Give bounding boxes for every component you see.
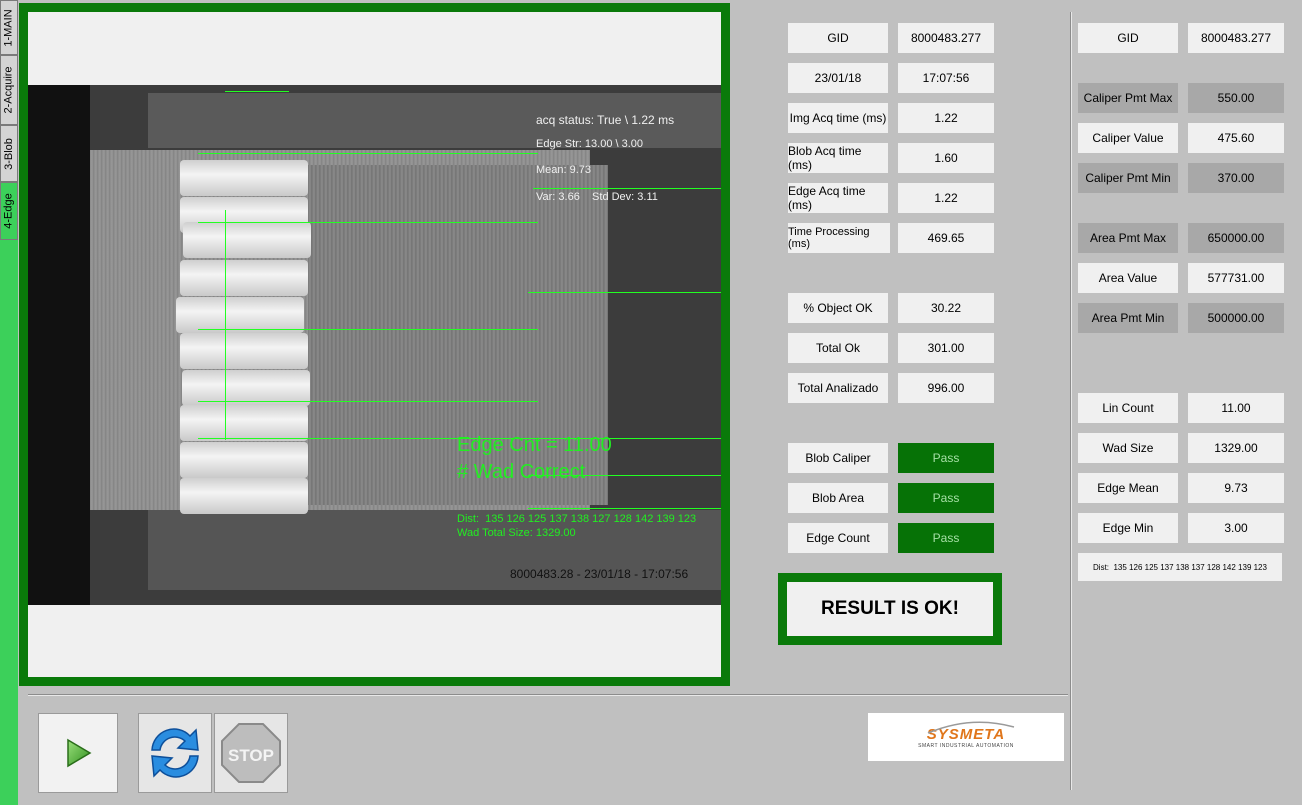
vertical-tab-strip: 1-MAIN 2-Acquire 3-Blob 4-Edge bbox=[0, 0, 18, 805]
camera-image: acq status: True \ 1.22 ms Edge Str: 13.… bbox=[28, 85, 721, 605]
sysmeta-logo: SYSMETA SMART INDUSTRIAL AUTOMATION bbox=[868, 713, 1064, 761]
caliper-value-label: Caliper Value bbox=[1078, 123, 1178, 153]
tab-blob-label: 3-Blob bbox=[3, 137, 16, 170]
total-ok-value: 301.00 bbox=[898, 333, 994, 363]
caliper-min-label: Caliper Pmt Min bbox=[1078, 163, 1178, 193]
area-min-label: Area Pmt Min bbox=[1078, 303, 1178, 333]
edge-line bbox=[225, 91, 289, 92]
img-acq-value: 1.22 bbox=[898, 103, 994, 133]
time-processing-label: Time Processing (ms) bbox=[788, 223, 890, 253]
blob-caliper-status: Pass bbox=[898, 443, 994, 473]
edge-line bbox=[198, 153, 538, 154]
area-max-label: Area Pmt Max bbox=[1078, 223, 1178, 253]
edge-vertical-line bbox=[225, 210, 226, 440]
time-processing-value: 469.65 bbox=[898, 223, 994, 253]
gid-label: GID bbox=[788, 23, 888, 53]
caliper-max-value: 550.00 bbox=[1188, 83, 1284, 113]
image-dark-region bbox=[28, 85, 90, 605]
edge-line bbox=[198, 329, 538, 330]
image-roll bbox=[183, 222, 311, 258]
timestamp-overlay: 8000483.28 - 23/01/18 - 17:07:56 bbox=[510, 567, 689, 581]
caliper-value-value: 475.60 bbox=[1188, 123, 1284, 153]
wad-size-value: 1329.00 bbox=[1188, 433, 1284, 463]
logo-tagline: SMART INDUSTRIAL AUTOMATION bbox=[918, 742, 1014, 749]
edge-str-text: Edge Str: 13.00 \ 3.00 bbox=[536, 138, 644, 150]
blob-area-status: Pass bbox=[898, 483, 994, 513]
vertical-divider bbox=[1070, 12, 1072, 790]
right-gid-label: GID bbox=[1078, 23, 1178, 53]
dist-overlay: Dist: 135 126 125 137 138 127 128 142 13… bbox=[457, 513, 697, 525]
total-ok-label: Total Ok bbox=[788, 333, 888, 363]
refresh-icon bbox=[151, 728, 199, 778]
right-gid-value: 8000483.277 bbox=[1188, 23, 1284, 53]
lin-count-label: Lin Count bbox=[1078, 393, 1178, 423]
area-value-label: Area Value bbox=[1078, 263, 1178, 293]
wad-correct-overlay: # Wad Correct bbox=[457, 461, 586, 483]
blob-acq-label: Blob Acq time (ms) bbox=[788, 143, 888, 173]
stop-icon: STOP bbox=[221, 723, 281, 783]
date-value: 23/01/18 bbox=[788, 63, 888, 93]
area-value-value: 577731.00 bbox=[1188, 263, 1284, 293]
caliper-min-value: 370.00 bbox=[1188, 163, 1284, 193]
acq-status-text: acq status: True \ 1.22 ms bbox=[536, 113, 675, 127]
tab-acquire[interactable]: 2-Acquire bbox=[0, 55, 18, 125]
object-ok-value: 30.22 bbox=[898, 293, 994, 323]
image-roll bbox=[180, 160, 308, 196]
gid-value: 8000483.277 bbox=[898, 23, 994, 53]
caliper-max-label: Caliper Pmt Max bbox=[1078, 83, 1178, 113]
image-roll bbox=[180, 260, 308, 296]
tab-acquire-label: 2-Acquire bbox=[3, 66, 16, 114]
edge-acq-label: Edge Acq time (ms) bbox=[788, 183, 888, 213]
tab-strip-filler bbox=[0, 240, 18, 805]
image-roll bbox=[180, 442, 308, 478]
tab-main[interactable]: 1-MAIN bbox=[0, 0, 18, 55]
edge-line bbox=[198, 222, 538, 223]
blob-caliper-label: Blob Caliper bbox=[788, 443, 888, 473]
total-analizado-label: Total Analizado bbox=[788, 373, 888, 403]
image-roll bbox=[180, 478, 308, 514]
var-std-text: Var: 3.66 Std Dev: 3.11 bbox=[536, 191, 658, 203]
edge-line bbox=[198, 401, 538, 402]
refresh-button[interactable] bbox=[138, 713, 212, 793]
tab-edge[interactable]: 4-Edge bbox=[0, 182, 18, 240]
image-viewer-frame: acq status: True \ 1.22 ms Edge Str: 13.… bbox=[19, 3, 730, 686]
area-min-value: 500000.00 bbox=[1188, 303, 1284, 333]
total-analizado-value: 996.00 bbox=[898, 373, 994, 403]
mean-text: Mean: 9.73 bbox=[536, 164, 592, 176]
image-roll bbox=[180, 405, 308, 441]
play-icon bbox=[67, 738, 92, 768]
tab-blob[interactable]: 3-Blob bbox=[0, 125, 18, 182]
wad-total-overlay: Wad Total Size: 1329.00 bbox=[457, 527, 576, 539]
wad-size-label: Wad Size bbox=[1078, 433, 1178, 463]
result-status: RESULT IS OK! bbox=[778, 573, 1002, 645]
edge-min-label: Edge Min bbox=[1078, 513, 1178, 543]
area-max-value: 650000.00 bbox=[1188, 223, 1284, 253]
edge-acq-value: 1.22 bbox=[898, 183, 994, 213]
image-roll bbox=[176, 297, 304, 333]
edge-min-value: 3.00 bbox=[1188, 513, 1284, 543]
svg-text:STOP: STOP bbox=[228, 746, 274, 765]
dist-readout: Dist: 135 126 125 137 138 137 128 142 13… bbox=[1078, 553, 1282, 581]
object-ok-label: % Object OK bbox=[788, 293, 888, 323]
stop-button[interactable]: STOP bbox=[214, 713, 288, 793]
edge-line bbox=[533, 188, 721, 189]
blob-area-label: Blob Area bbox=[788, 483, 888, 513]
time-value: 17:07:56 bbox=[898, 63, 994, 93]
image-roll bbox=[180, 333, 308, 369]
tab-edge-label: 4-Edge bbox=[3, 193, 16, 229]
img-acq-label: Img Acq time (ms) bbox=[788, 103, 888, 133]
edge-mean-label: Edge Mean bbox=[1078, 473, 1178, 503]
edge-count-overlay: Edge Cnt = 11.00 bbox=[457, 434, 612, 456]
blob-acq-value: 1.60 bbox=[898, 143, 994, 173]
edge-line bbox=[528, 292, 721, 293]
edge-line bbox=[528, 508, 721, 509]
horizontal-divider bbox=[28, 694, 1068, 696]
lin-count-value: 11.00 bbox=[1188, 393, 1284, 423]
edge-count-label: Edge Count bbox=[788, 523, 888, 553]
play-button[interactable] bbox=[38, 713, 118, 793]
edge-count-status: Pass bbox=[898, 523, 994, 553]
tab-main-label: 1-MAIN bbox=[3, 8, 15, 47]
logo-swoosh-icon bbox=[927, 721, 1015, 734]
edge-mean-value: 9.73 bbox=[1188, 473, 1284, 503]
